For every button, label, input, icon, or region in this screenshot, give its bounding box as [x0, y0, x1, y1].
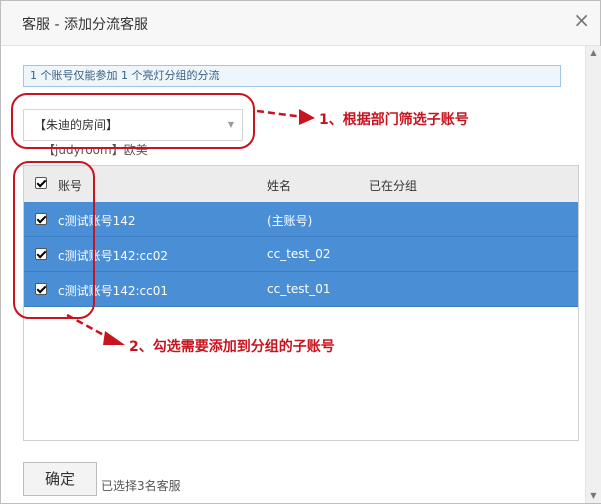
scroll-down-icon[interactable]: ▼: [586, 489, 601, 503]
selected-count: 已选择3名客服: [101, 479, 181, 493]
header-name: 姓名: [267, 179, 292, 193]
table-row[interactable]: c测试账号142:cc01 cc_test_01: [24, 272, 578, 307]
table-row[interactable]: c测试账号142:cc02 cc_test_02: [24, 237, 578, 272]
row-name: cc_test_01: [267, 282, 331, 296]
scroll-up-icon[interactable]: ▲: [586, 46, 601, 60]
close-icon[interactable]: ×: [573, 10, 590, 30]
table-header: 账号 姓名 已在分组: [24, 166, 578, 203]
table-row[interactable]: c测试账号142 (主账号): [24, 202, 578, 237]
dialog-window: 客服 - 添加分流客服 × ▲ ▼ 1 个账号仅能参加 1 个亮灯分组的分流 【…: [0, 0, 601, 504]
annotation-circle-checkboxes: [13, 161, 95, 319]
confirm-button[interactable]: 确定: [23, 462, 97, 496]
annotation-step2: 2、勾选需要添加到分组的子账号: [129, 339, 335, 355]
dialog-title: 客服 - 添加分流客服: [22, 17, 148, 33]
notice-banner: 1 个账号仅能参加 1 个亮灯分组的分流: [23, 65, 561, 87]
annotation-arrow-2: [66, 313, 125, 345]
row-name: (主账号): [267, 214, 313, 228]
row-name: cc_test_02: [267, 247, 331, 261]
header-group: 已在分组: [369, 179, 418, 193]
annotation-step1: 1、根据部门筛选子账号: [319, 112, 469, 128]
vertical-scrollbar[interactable]: ▲ ▼: [585, 46, 601, 503]
annotation-circle-department: [11, 93, 255, 149]
annotation-arrow-1: [256, 109, 315, 125]
dialog-titlebar: 客服 - 添加分流客服 ×: [1, 1, 600, 46]
account-table: 账号 姓名 已在分组 c测试账号142 (主账号) c测试账号142:cc02 …: [23, 165, 579, 441]
